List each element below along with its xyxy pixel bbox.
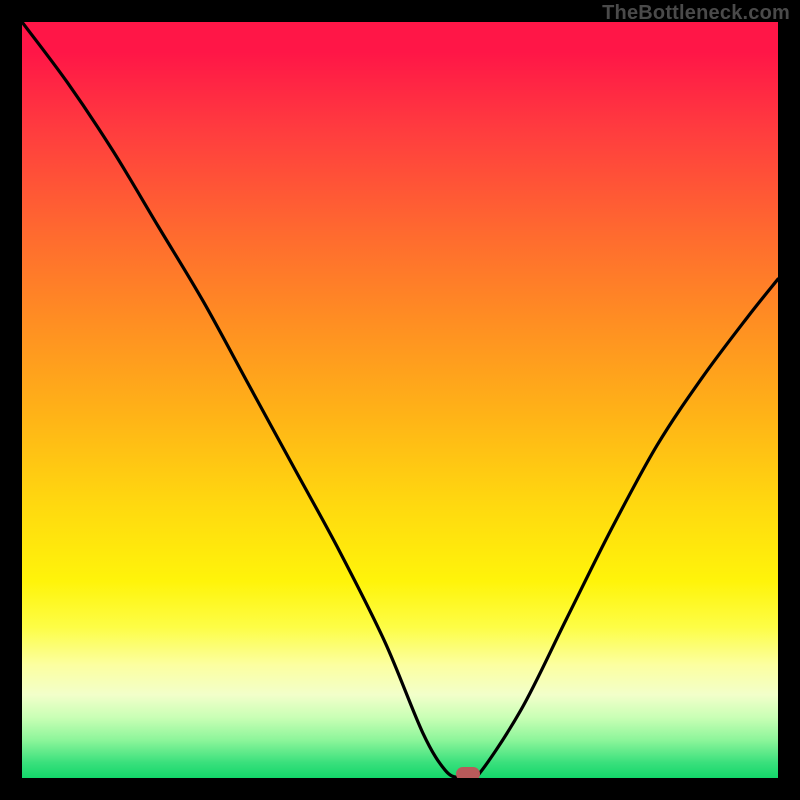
chart-frame: TheBottleneck.com — [0, 0, 800, 800]
watermark-text: TheBottleneck.com — [602, 2, 790, 25]
optimal-point-marker — [456, 767, 480, 778]
plot-area — [22, 22, 778, 778]
bottleneck-curve — [22, 22, 778, 778]
